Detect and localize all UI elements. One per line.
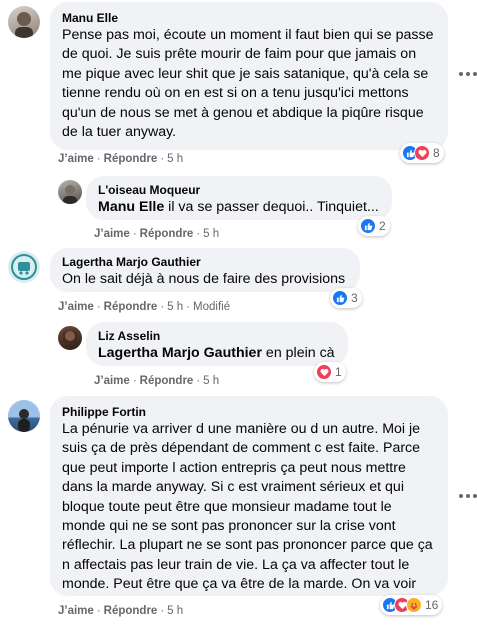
reply-button[interactable]: Répondre (140, 375, 194, 387)
reaction-summary[interactable]: 3 (330, 288, 362, 308)
reaction-summary[interactable]: 8 (400, 143, 444, 163)
reply-button[interactable]: Répondre (140, 228, 194, 240)
reply-button[interactable]: Répondre (104, 605, 158, 617)
love-icon (316, 364, 332, 380)
separator: · (160, 605, 165, 617)
reply-liz-asselin: Liz Asselin Lagertha Marjo Gauthier en p… (0, 320, 477, 392)
like-button[interactable]: J’aime (94, 228, 130, 240)
care-icon (406, 597, 422, 613)
comment-author[interactable]: L'oiseau Moqueur (98, 182, 380, 198)
reaction-count: 3 (351, 291, 358, 305)
reaction-count: 16 (425, 598, 439, 612)
like-button[interactable]: J’aime (58, 301, 94, 313)
comment-lagertha-marjo-gauthier: Lagertha Marjo Gauthier On le sait déjà … (0, 246, 477, 318)
timestamp[interactable]: 5 h (167, 153, 183, 165)
avatar[interactable] (58, 180, 82, 204)
separator: · (132, 228, 137, 240)
comment-text: Pense pas moi, écoute un moment il faut … (62, 27, 434, 141)
reply-button[interactable]: Répondre (104, 301, 158, 313)
comment-manu-elle: Manu Elle Pense pas moi, écoute un momen… (0, 0, 477, 172)
like-button[interactable]: J’aime (94, 375, 130, 387)
comment-body: il va se passer dequoi.. Tinquiet... (164, 199, 379, 215)
separator: · (196, 228, 201, 240)
reply-loiseau-moqueur: L'oiseau Moqueur Manu Elle il va se pass… (0, 174, 477, 244)
comment-text: Lagertha Marjo Gauthier en plein cà (98, 344, 336, 363)
comment-actions: J’aime · Répondre · 5 h (58, 153, 183, 165)
comment-author[interactable]: Philippe Fortin (62, 404, 436, 420)
separator: · (132, 375, 137, 387)
reaction-count: 8 (433, 146, 440, 160)
like-icon (360, 218, 376, 234)
timestamp[interactable]: 5 h (203, 228, 219, 240)
mention-link[interactable]: Lagertha Marjo Gauthier (98, 345, 262, 361)
comment-author[interactable]: Manu Elle (62, 10, 436, 26)
reply-button[interactable]: Répondre (104, 153, 158, 165)
comment-philippe-fortin: Philippe Fortin La pénurie va arriver d … (0, 394, 477, 627)
comment-text: On le sait déjà à nous de faire des prov… (62, 271, 346, 287)
reaction-summary[interactable]: 16 (380, 595, 443, 615)
separator: · (196, 375, 201, 387)
like-button[interactable]: J’aime (58, 605, 94, 617)
comment-bubble: Lagertha Marjo Gauthier On le sait déjà … (50, 248, 360, 292)
comment-text: La pénurie va arriver d une manière ou d… (62, 421, 433, 593)
comment-body: en plein cà (261, 345, 335, 361)
comment-actions: J’aime · Répondre · 5 h (58, 605, 183, 617)
comment-bubble: Manu Elle Pense pas moi, écoute un momen… (50, 2, 448, 150)
avatar[interactable] (58, 326, 82, 350)
separator: · (96, 301, 101, 313)
more-options-icon[interactable] (456, 486, 477, 506)
more-options-icon[interactable] (456, 64, 477, 84)
comment-actions: J’aime · Répondre · 5 h (94, 228, 219, 240)
comment-author[interactable]: Lagertha Marjo Gauthier (62, 254, 348, 270)
separator: · (96, 153, 101, 165)
like-icon (332, 290, 348, 306)
reaction-summary[interactable]: 1 (314, 362, 346, 382)
avatar[interactable] (8, 251, 40, 283)
comment-bubble: Liz Asselin Lagertha Marjo Gauthier en p… (86, 322, 348, 366)
timestamp[interactable]: 5 h (167, 301, 183, 313)
timestamp[interactable]: 5 h (203, 375, 219, 387)
comment-actions: J’aime · Répondre · 5 h · Modifié (58, 301, 230, 313)
edited-label[interactable]: Modifié (193, 301, 230, 313)
comment-text: Manu Elle il va se passer dequoi.. Tinqu… (98, 198, 380, 217)
separator: · (160, 153, 165, 165)
reaction-count: 1 (335, 365, 342, 379)
like-button[interactable]: J’aime (58, 153, 94, 165)
avatar[interactable] (8, 6, 40, 38)
separator: · (186, 301, 191, 313)
avatar[interactable] (8, 400, 40, 432)
reaction-summary[interactable]: 2 (358, 216, 390, 236)
comment-bubble: Philippe Fortin La pénurie va arriver d … (50, 396, 448, 596)
timestamp[interactable]: 5 h (167, 605, 183, 617)
separator: · (160, 301, 165, 313)
comment-bubble: L'oiseau Moqueur Manu Elle il va se pass… (86, 176, 392, 220)
separator: · (96, 605, 101, 617)
reaction-count: 2 (379, 219, 386, 233)
love-icon (414, 145, 430, 161)
comment-actions: J’aime · Répondre · 5 h (94, 375, 219, 387)
mention-link[interactable]: Manu Elle (98, 199, 164, 215)
comment-author[interactable]: Liz Asselin (98, 328, 336, 344)
